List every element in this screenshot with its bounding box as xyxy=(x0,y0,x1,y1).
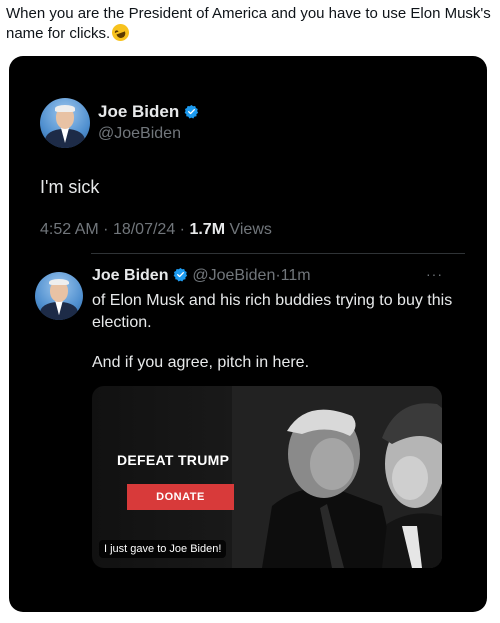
media-headline: DEFEAT TRUMP xyxy=(117,452,230,468)
meta-separator: · xyxy=(103,221,109,238)
tweet-time[interactable]: 4:52 AM xyxy=(40,221,99,238)
caption-text: When you are the President of America an… xyxy=(6,5,491,42)
donate-button[interactable]: DONATE xyxy=(127,484,234,510)
quoted-avatar[interactable] xyxy=(35,272,83,320)
media-caption: I just gave to Joe Biden! xyxy=(99,540,227,558)
author-handle[interactable]: @JoeBiden xyxy=(98,125,181,143)
quoted-handle[interactable]: @JoeBiden xyxy=(192,267,275,284)
divider xyxy=(91,253,465,254)
post-caption: When you are the President of America an… xyxy=(6,4,494,44)
more-dots-icon[interactable]: ··· xyxy=(426,266,443,282)
quoted-age[interactable]: 11m xyxy=(281,267,311,284)
avatar[interactable] xyxy=(40,98,90,148)
rolling-on-floor-laughing-emoji-icon xyxy=(109,21,132,44)
quoted-text: of Elon Musk and his rich buddies trying… xyxy=(92,290,462,374)
author-name-row[interactable]: Joe Biden xyxy=(98,102,199,122)
donation-media-card[interactable]: DEFEAT TRUMP DONATE I just gave to Joe B… xyxy=(92,386,442,568)
candidates-photo xyxy=(232,386,442,568)
tweet-text: I'm sick xyxy=(40,177,100,197)
views-count[interactable]: 1.7M xyxy=(189,221,225,238)
quoted-header: Joe Biden @JoeBiden·11m xyxy=(92,267,311,285)
tweet-screenshot-card: Joe Biden @JoeBiden I'm sick 4:52 AM · 1… xyxy=(9,56,487,612)
quoted-text-line: of Elon Musk and his rich buddies trying… xyxy=(92,292,453,331)
quoted-author-name[interactable]: Joe Biden xyxy=(92,267,168,284)
author-name[interactable]: Joe Biden xyxy=(98,102,179,121)
quoted-text-line: And if you agree, pitch in here. xyxy=(92,354,310,371)
views-label: Views xyxy=(229,221,272,238)
verified-badge-icon xyxy=(173,267,188,282)
meta-separator: · xyxy=(179,221,185,238)
tweet-date[interactable]: 18/07/24 xyxy=(113,221,175,238)
verified-badge-icon xyxy=(184,104,198,119)
tweet-meta: 4:52 AM · 18/07/24 · 1.7M Views xyxy=(40,221,272,239)
